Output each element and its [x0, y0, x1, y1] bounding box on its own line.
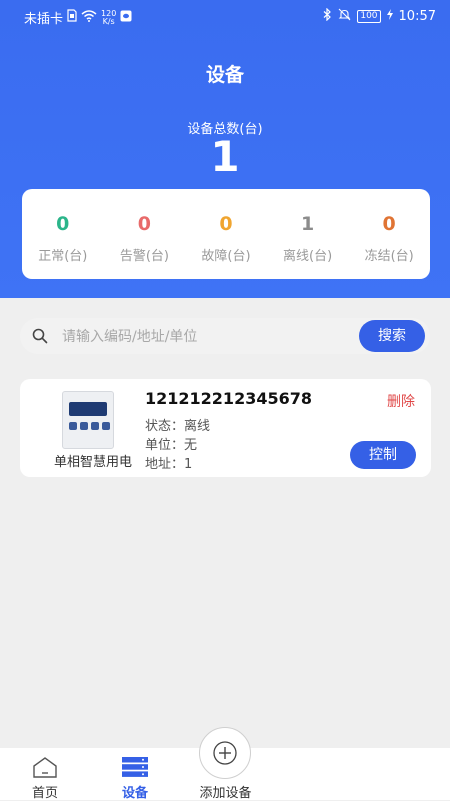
device-type: 单相智慧用电	[53, 455, 132, 470]
stat-label: 离线(台)	[283, 249, 333, 264]
device-status-label: 状态：	[145, 419, 185, 434]
wifi-icon	[81, 9, 97, 26]
search-button[interactable]: 搜索	[359, 320, 425, 352]
network-speed: 120 K/s	[101, 8, 117, 26]
tab-home-label: 首页	[31, 786, 58, 801]
tab-home[interactable]: 首页	[10, 748, 80, 801]
mute-icon	[338, 8, 351, 25]
tab-device-label: 设备	[121, 786, 148, 801]
stat-value: 0	[382, 213, 396, 235]
stat-value: 1	[300, 213, 315, 235]
tab-device[interactable]: 设备	[100, 748, 170, 801]
stat-fault[interactable]: 0 故障(台)	[185, 189, 267, 279]
stat-value: 0	[137, 213, 151, 235]
add-device-button[interactable]	[199, 727, 251, 779]
charging-icon	[386, 9, 393, 24]
search-icon	[32, 328, 48, 344]
stat-offline[interactable]: 1 离线(台)	[267, 189, 349, 279]
tab-add-device-label: 添加设备	[199, 786, 252, 801]
carrier-text: 未插卡	[24, 12, 64, 27]
search-bar: 搜索	[20, 318, 430, 356]
stat-value: 0	[219, 213, 233, 235]
device-address-label: 地址：	[145, 457, 185, 472]
app-notification-icon	[120, 10, 132, 26]
clock-time: 10:57	[398, 9, 436, 24]
device-unit-value: 无	[184, 438, 198, 453]
stat-label: 正常(台)	[38, 249, 88, 264]
plus-icon	[213, 741, 237, 769]
device-unit-label: 单位：	[145, 438, 185, 453]
device-address-value: 1	[184, 457, 193, 472]
device-address: 地址：1	[145, 453, 192, 472]
device-status-value: 离线	[184, 419, 211, 434]
status-summary-card: 0 正常(台) 0 告警(台) 0 故障(台) 1 离线(台) 0 冻结(台)	[22, 189, 430, 279]
device-status: 状态：离线	[145, 415, 210, 434]
delete-button[interactable]: 删除	[387, 391, 415, 411]
stat-label: 告警(台)	[119, 249, 169, 264]
home-icon	[32, 756, 58, 782]
device-code: 121212212345678	[145, 389, 312, 408]
device-unit: 单位：无	[145, 434, 197, 453]
page-title: 设备	[205, 64, 244, 86]
stat-alarm[interactable]: 0 告警(台)	[104, 189, 186, 279]
device-thumbnail	[62, 391, 114, 449]
bluetooth-icon	[323, 7, 332, 25]
total-devices-value: 1	[210, 132, 240, 181]
stat-label: 故障(台)	[201, 249, 251, 264]
stat-frozen[interactable]: 0 冻结(台)	[348, 189, 430, 279]
sim-icon	[67, 9, 77, 26]
stat-value: 0	[56, 213, 70, 235]
stat-label: 冻结(台)	[364, 249, 414, 264]
stat-normal[interactable]: 0 正常(台)	[22, 189, 104, 279]
server-icon	[121, 756, 149, 782]
device-card[interactable]: 单相智慧用电 121212212345678 状态：离线 单位：无 地址：1 删…	[20, 379, 431, 477]
search-input[interactable]	[60, 318, 364, 356]
control-button[interactable]: 控制	[350, 441, 416, 469]
status-bar: 未插卡 120 K/s 100 10:57	[0, 0, 450, 32]
battery-icon: 100	[357, 10, 381, 23]
